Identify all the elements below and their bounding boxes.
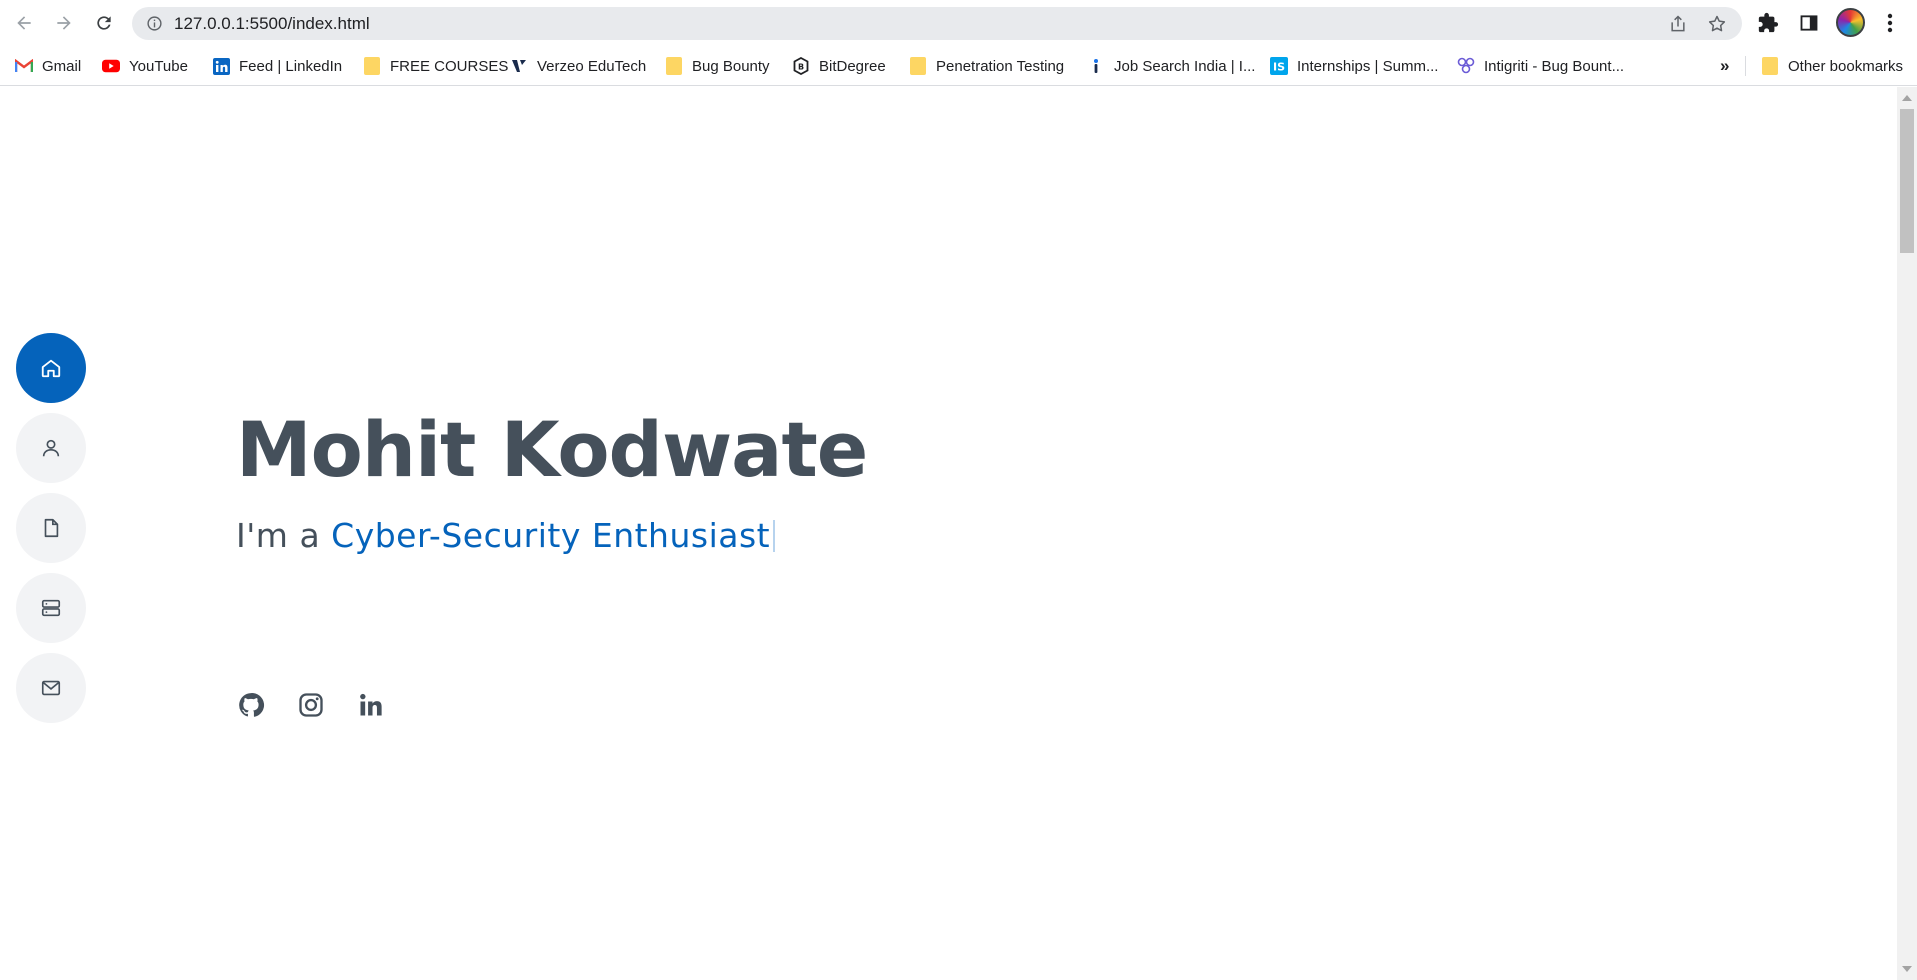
bookmark-label: BitDegree (819, 57, 886, 75)
intigriti-icon (1457, 57, 1475, 75)
bookmark-intigriti[interactable]: Intigriti - Bug Bount... (1457, 54, 1624, 78)
bookmark-bitdegree[interactable]: B BitDegree (792, 54, 886, 78)
info-icon (1087, 57, 1105, 75)
scroll-thumb[interactable] (1900, 109, 1914, 253)
nav-about[interactable] (16, 413, 86, 483)
menu-button[interactable] (1878, 11, 1902, 35)
typed-text: Cyber-Security Enthusiast (331, 516, 771, 555)
page-scrollbar[interactable] (1897, 87, 1917, 980)
instagram-link[interactable] (296, 690, 326, 720)
bookmark-label: Other bookmarks (1788, 57, 1904, 75)
bookmark-label: Internships | Summ... (1297, 57, 1439, 75)
puzzle-icon (1758, 12, 1779, 33)
linkedin-link[interactable] (356, 690, 386, 720)
side-panel-button[interactable] (1797, 11, 1821, 35)
server-icon (41, 599, 61, 617)
instagram-icon (299, 693, 323, 717)
verzeo-icon (510, 57, 528, 75)
folder-icon (909, 57, 927, 75)
github-link[interactable] (236, 690, 266, 720)
hero-section: Mohit Kodwate I'm a Cyber-Security Enthu… (236, 405, 868, 556)
folder-icon (665, 57, 683, 75)
bookmark-label: FREE COURSES (390, 57, 509, 75)
reload-icon (97, 16, 111, 30)
bookmark-folder-free-courses[interactable]: FREE COURSES (363, 54, 508, 78)
nav-services[interactable] (16, 573, 86, 643)
envelope-icon (41, 680, 61, 696)
svg-text:B: B (798, 63, 804, 72)
github-icon (239, 693, 265, 717)
bookmark-label: Gmail (42, 57, 82, 75)
arrow-left-icon (17, 16, 31, 30)
bookmark-label: Job Search India | I... (1114, 57, 1256, 75)
browser-toolbar: 127.0.0.1:5500/index.html (0, 0, 1917, 46)
gmail-icon (15, 57, 33, 75)
side-panel-icon (1800, 15, 1818, 31)
hero-name: Mohit Kodwate (236, 405, 868, 494)
bookmark-label: Feed | LinkedIn (239, 57, 343, 75)
star-icon[interactable] (1707, 14, 1727, 34)
more-bookmarks-button[interactable]: » (1720, 54, 1729, 78)
kebab-menu-icon (1887, 13, 1893, 33)
bookmark-job-search-india[interactable]: Job Search India | I... (1087, 54, 1255, 78)
forward-button[interactable] (49, 8, 79, 38)
bookmark-verzeo[interactable]: Verzeo EduTech (510, 54, 646, 78)
scroll-down-arrow[interactable] (1902, 966, 1912, 972)
internshala-icon: IS (1270, 57, 1288, 75)
nav-contact[interactable] (16, 653, 86, 723)
site-info-icon[interactable] (146, 15, 163, 32)
extensions-button[interactable] (1756, 11, 1780, 35)
nav-resume[interactable] (16, 493, 86, 563)
address-bar[interactable]: 127.0.0.1:5500/index.html (132, 7, 1742, 40)
bookmarks-bar: Gmail YouTube Feed | LinkedIn FREE COURS… (0, 46, 1917, 86)
bookmark-folder-penetration-testing[interactable]: Penetration Testing (909, 54, 1064, 78)
file-icon (44, 518, 59, 538)
url-text[interactable]: 127.0.0.1:5500/index.html (174, 14, 370, 34)
page-content: Mohit Kodwate I'm a Cyber-Security Enthu… (0, 87, 1897, 980)
bookmark-folder-bug-bounty[interactable]: Bug Bounty (665, 54, 770, 78)
svg-text:IS: IS (1273, 61, 1285, 74)
folder-icon (1761, 57, 1779, 75)
social-links (236, 690, 416, 720)
bookmark-gmail[interactable]: Gmail (15, 54, 81, 78)
bookmark-label: Verzeo EduTech (537, 57, 647, 75)
bookmark-folder-other[interactable]: Other bookmarks (1761, 54, 1903, 78)
typing-cursor (773, 520, 776, 552)
bookmarks-divider (1745, 56, 1746, 76)
youtube-icon (102, 57, 120, 75)
back-button[interactable] (9, 8, 39, 38)
linkedin-icon (360, 693, 382, 716)
profile-avatar[interactable] (1836, 8, 1865, 37)
reload-button[interactable] (89, 8, 119, 38)
nav-home[interactable] (16, 333, 86, 403)
bookmark-label: Intigriti - Bug Bount... (1484, 57, 1625, 75)
bookmark-label: YouTube (129, 57, 188, 75)
home-icon (41, 359, 61, 378)
share-icon[interactable] (1668, 14, 1688, 34)
bookmark-label: Penetration Testing (936, 57, 1065, 75)
hero-subtitle: I'm a Cyber-Security Enthusiast (236, 516, 867, 555)
linkedin-icon (212, 57, 230, 75)
bitdegree-icon: B (792, 57, 810, 75)
subtitle-prefix: I'm a (236, 516, 332, 555)
bookmark-linkedin-feed[interactable]: Feed | LinkedIn (212, 54, 342, 78)
folder-icon (363, 57, 381, 75)
arrow-right-icon (57, 16, 71, 30)
scroll-up-arrow[interactable] (1902, 95, 1912, 101)
bookmark-internships[interactable]: IS Internships | Summ... (1270, 54, 1438, 78)
user-icon (42, 439, 60, 457)
bookmark-youtube[interactable]: YouTube (102, 54, 188, 78)
bookmark-label: Bug Bounty (692, 57, 770, 75)
